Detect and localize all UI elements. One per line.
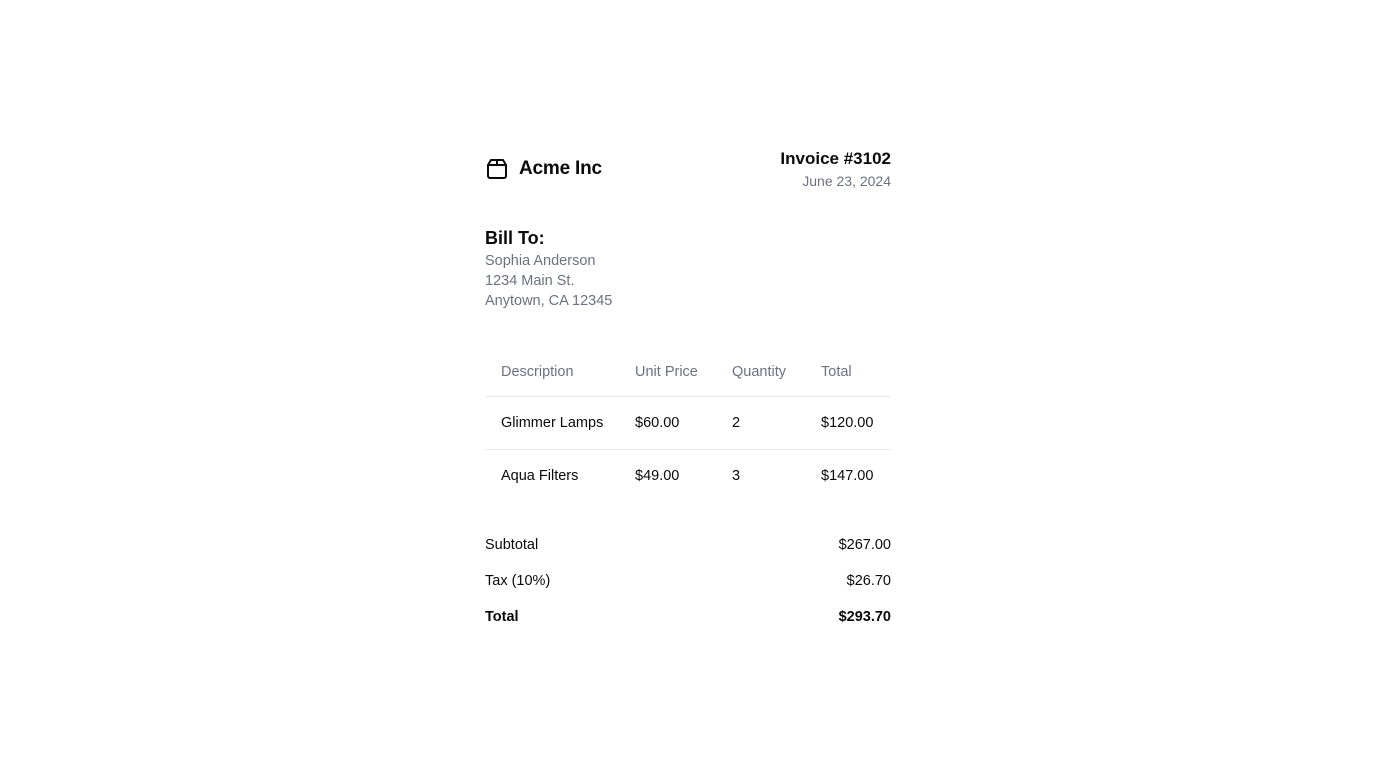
subtotal-value: $267.00 — [838, 537, 891, 553]
line-items-table: Description Unit Price Quantity Total Gl… — [485, 348, 891, 502]
tax-label: Tax (10%) — [485, 573, 551, 589]
column-header-total: Total — [821, 348, 891, 397]
subtotal-row: Subtotal $267.00 — [485, 535, 891, 555]
item-description: Aqua Filters — [485, 449, 635, 502]
grand-total-value: $293.70 — [838, 609, 891, 625]
table-row: Aqua Filters $49.00 3 $147.00 — [485, 449, 891, 502]
invoice-number: Invoice #3102 — [780, 149, 891, 168]
item-quantity: 3 — [732, 449, 821, 502]
invoice: Acme Inc Invoice #3102 June 23, 2024 Bil… — [485, 148, 891, 643]
column-header-unit-price: Unit Price — [635, 348, 732, 397]
package-icon — [485, 157, 509, 181]
item-quantity: 2 — [732, 415, 741, 431]
brand: Acme Inc — [485, 157, 602, 181]
column-header-quantity: Quantity — [732, 348, 821, 397]
item-total: $120.00 — [821, 415, 874, 431]
bill-to: Bill To: Sophia Anderson 1234 Main St. A… — [485, 226, 891, 311]
item-description: Glimmer Lamps — [501, 415, 604, 431]
item-unit-price: $49.00 — [635, 449, 732, 502]
customer-city: Anytown, CA 12345 — [485, 293, 613, 309]
invoice-date: June 23, 2024 — [802, 173, 891, 189]
item-unit-price: $60.00 — [635, 415, 680, 431]
customer-street: 1234 Main St. — [485, 273, 575, 289]
grand-total-row: Total $293.70 — [485, 607, 891, 627]
subtotal-label: Subtotal — [485, 537, 539, 553]
table-header-row: Description Unit Price Quantity Total — [485, 348, 891, 397]
invoice-meta: Invoice #3102 June 23, 2024 — [780, 148, 891, 192]
tax-value: $26.70 — [846, 573, 891, 589]
bill-to-heading: Bill To: — [485, 228, 545, 248]
item-total: $147.00 — [821, 449, 891, 502]
grand-total-label: Total — [485, 609, 519, 625]
totals: Subtotal $267.00 Tax (10%) $26.70 Total … — [485, 535, 891, 627]
brand-name: Acme Inc — [519, 158, 602, 179]
column-header-description: Description — [485, 348, 635, 397]
invoice-header: Acme Inc Invoice #3102 June 23, 2024 — [485, 148, 891, 192]
customer-name: Sophia Anderson — [485, 253, 596, 269]
tax-row: Tax (10%) $26.70 — [485, 571, 891, 591]
table-row: Glimmer Lamps $60.00 2 $120.00 — [485, 397, 891, 450]
